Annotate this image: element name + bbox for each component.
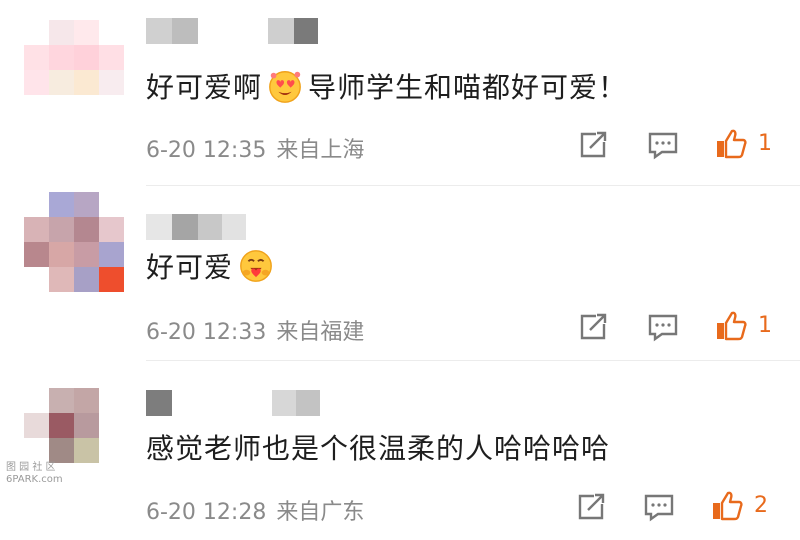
avatar[interactable] [24,20,124,120]
like-count: 1 [758,131,772,156]
username-blurred[interactable] [146,214,246,244]
watermark: 图 园 社 区 6PARK.com [6,462,63,486]
location: 来自上海 [276,138,365,163]
like-count: 1 [758,313,772,338]
reply-comment-icon[interactable] [646,128,680,162]
comment-meta: 6-20 12:28 来自广东 [146,494,364,526]
location: 来自广东 [276,500,365,525]
username-blurred[interactable] [146,390,320,420]
watermark-line: 6PARK.com [6,474,63,485]
share-icon[interactable] [574,490,608,524]
comment-text-part: 好可爱啊 [146,71,263,104]
like-thumbs-up-icon[interactable] [714,309,748,343]
hugging-emoji-icon [240,250,272,282]
watermark-line: 图 园 社 区 [6,462,56,473]
comment-text: 好可爱啊 导师学生和喵都好可爱！ [146,66,627,106]
reply-comment-icon[interactable] [642,490,676,524]
heart-eyes-emoji-icon [269,71,301,103]
location: 来自福建 [276,320,365,345]
comment-meta: 6-20 12:35 来自上海 [146,132,364,164]
like-thumbs-up-icon[interactable] [714,127,748,161]
like-thumbs-up-icon[interactable] [710,489,744,523]
share-icon[interactable] [576,128,610,162]
timestamp: 6-20 12:35 [146,138,267,163]
like-count: 2 [754,493,768,518]
share-icon[interactable] [576,310,610,344]
comment-meta: 6-20 12:33 来自福建 [146,314,364,346]
comment-text: 感觉老师也是个很温柔的人哈哈哈哈 [146,428,610,466]
avatar[interactable] [24,192,124,292]
comment-text-part: 导师学生和喵都好可爱！ [308,71,628,104]
timestamp: 6-20 12:28 [146,500,267,525]
username-blurred[interactable] [146,18,318,48]
comment-text-part: 好可爱 [146,251,234,284]
comment-item: 好可爱啊 导师学生和喵都好可爱！ 6-20 12:35 来自上海 1 [0,0,800,186]
comment-item: 好可爱 6-20 12:33 来自福建 1 [0,180,800,361]
comment-text-part: 感觉老师也是个很温柔的人哈哈哈哈 [146,432,611,465]
comment-item: 感觉老师也是个很温柔的人哈哈哈哈 6-20 12:28 来自广东 2 [0,360,800,540]
timestamp: 6-20 12:33 [146,320,267,345]
comment-text: 好可爱 [146,246,279,286]
reply-comment-icon[interactable] [646,310,680,344]
